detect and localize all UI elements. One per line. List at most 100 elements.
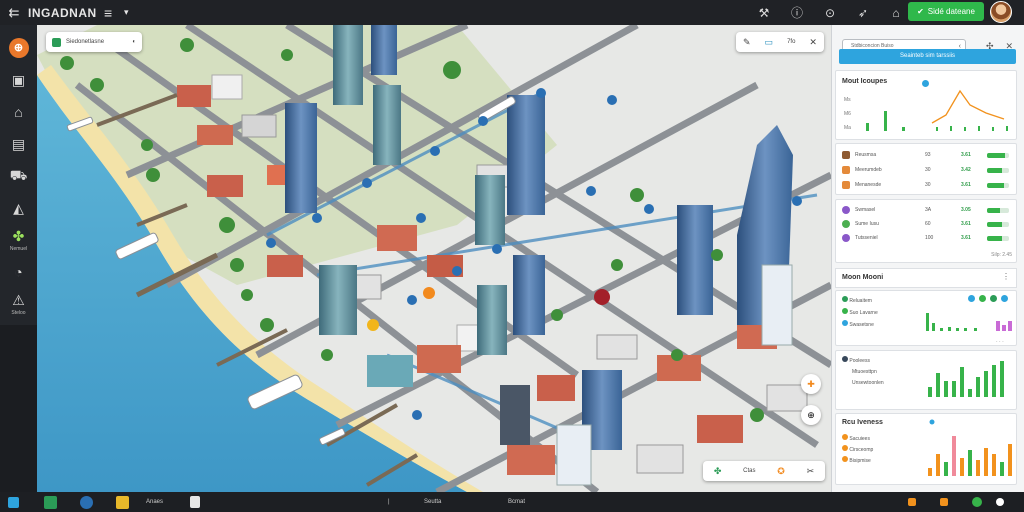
line-chart: Ms M6 Ma [844, 89, 1008, 131]
plant-icon[interactable]: ✤ [714, 466, 722, 477]
edit-icon[interactable]: ✎ [743, 37, 751, 48]
tray-icon[interactable] [996, 495, 1004, 509]
tray-icon[interactable] [908, 495, 916, 509]
chart-bar [1008, 444, 1012, 476]
brand-logo-icon[interactable]: ⊕ [0, 32, 37, 64]
zoom-button[interactable]: ⊕ [801, 405, 821, 425]
list-item[interactable]: Meerumdeb 30 3.42 [842, 165, 1012, 175]
list-item-value: 30 [925, 167, 931, 173]
building-icon[interactable]: ⌂ [0, 96, 37, 128]
list-item[interactable]: Swmasel 3A 3.05 [842, 205, 1012, 215]
chart-bar [976, 460, 980, 476]
image-icon[interactable]: ▣ [0, 64, 37, 96]
list-item-value: 93 [925, 152, 931, 158]
layers-icon[interactable]: ✂ [807, 466, 815, 477]
close-icon[interactable]: ✕ [809, 37, 817, 48]
clock-icon[interactable]: ◔ [0, 256, 37, 288]
more-icon[interactable]: ⋮ [1002, 272, 1010, 281]
chevron-down-icon[interactable]: ▾ [124, 7, 138, 18]
chart-bar [884, 111, 887, 131]
list-item-pct: 3.05 [961, 207, 971, 213]
taskbar-item[interactable]: Anaes [146, 495, 163, 509]
list-item[interactable]: Tutsseniel 100 3.61 [842, 233, 1012, 243]
list-item-pct: 3.61 [961, 182, 971, 188]
info-icon[interactable]: ⓘ [785, 4, 809, 21]
list-item[interactable]: Menanesde 30 3.61 [842, 180, 1012, 190]
toolbar-icons: ⚒ ⓘ ⊙ ➶ ⌂ [752, 0, 917, 25]
category-icon [842, 151, 850, 159]
apply-button[interactable]: Seainteb sim tarssiis [839, 49, 1016, 64]
map-card-icon[interactable]: ▤ [0, 128, 37, 160]
start-icon[interactable] [8, 495, 19, 509]
y-label: Ms [844, 97, 851, 103]
truck-icon[interactable]: ⛟ [0, 160, 37, 192]
sidebar-item-warning[interactable]: ⚠ Steloo [0, 288, 37, 320]
city-map[interactable]: Siedonetlasne ◐ ✎ ▭ 7fo ✕ ✚ ⊕ ✤ Ctas ✪ ✂ [37, 25, 831, 492]
chart-bar [932, 323, 935, 331]
chart-bar [926, 313, 929, 331]
bar-chart-2 [928, 361, 1004, 397]
hamburger-icon[interactable]: ≡ [104, 5, 124, 21]
chart-bar [992, 365, 996, 397]
list-item-pct: 3.61 [961, 221, 971, 227]
section-title: Moon Mooni ⋮ [835, 268, 1017, 288]
taskbar-item-label: Bcmat [508, 499, 526, 505]
taskbar-divider: | [388, 499, 390, 505]
y-label: Ma [844, 125, 851, 131]
collapse-icon[interactable]: ⇇ [0, 5, 28, 21]
sidebar-item-plant[interactable]: ✤ Nemuel [0, 224, 37, 256]
chart-bar [944, 381, 948, 397]
app-icon-green[interactable] [44, 495, 57, 509]
list-item-bar [987, 235, 1009, 241]
list-item-label: Menanesde [855, 182, 882, 188]
top-bar: ⇇ INGADNAN ≡ ▾ ⚒ ⓘ ⊙ ➶ ⌂ ✔ Sidé dateane [0, 0, 1024, 25]
search-placeholder: Stdbiconcion Buiso [851, 42, 894, 49]
chart-bar [902, 127, 905, 131]
map-bottom-toolbar: ✤ Ctas ✪ ✂ [703, 461, 825, 481]
map-toolbar-text: 7fo [787, 39, 796, 45]
action-button[interactable]: ✔ Sidé dateane [908, 2, 984, 21]
tray-icon[interactable] [940, 495, 948, 509]
bar-chart-3 [928, 419, 1012, 476]
app-title: INGADNAN [28, 5, 97, 20]
home-icon[interactable]: ⌂ [884, 6, 908, 20]
document-icon[interactable] [190, 495, 200, 509]
alert-icon[interactable]: ⊙ [818, 6, 842, 20]
list-item[interactable]: Reusmsa 93 3.61 [842, 150, 1012, 160]
share-icon[interactable]: ➶ [851, 6, 875, 20]
category-icon [842, 166, 850, 174]
compass-icon[interactable]: ✪ [777, 466, 785, 477]
layers-icon[interactable]: ▭ [765, 37, 774, 48]
chart-bar [984, 371, 988, 397]
target-icon[interactable]: ◐ [132, 39, 136, 45]
taskbar-item[interactable]: Seutta [424, 495, 441, 509]
taskbar-item[interactable]: Bcmat [508, 495, 525, 509]
list-item-pct: 3.61 [961, 152, 971, 158]
list-item-bar [987, 152, 1009, 158]
left-sidebar: ⊕ ▣ ⌂ ▤ ⛟ ◭ ✤ Nemuel ◔ ⚠ Steloo [0, 25, 37, 325]
chart-bar [992, 454, 996, 476]
map-canvas [37, 25, 831, 492]
list-item-label: Meerumdeb [855, 167, 882, 173]
chart-bar [956, 328, 959, 331]
tools-icon[interactable]: ⚒ [752, 6, 776, 20]
chart-bar [928, 387, 932, 397]
chart-bar [976, 377, 980, 397]
avatar[interactable] [990, 1, 1012, 23]
chart-bar [964, 328, 967, 331]
list-item-value: 60 [925, 221, 931, 227]
y-label: M6 [844, 111, 851, 117]
orange-marker-button[interactable]: ✚ [801, 374, 821, 394]
tray-icon[interactable] [972, 495, 982, 509]
sidebar-item-label: Steloo [11, 310, 26, 316]
folder-icon[interactable] [116, 495, 129, 509]
category-icon [842, 220, 850, 228]
browser-icon[interactable] [80, 495, 93, 509]
legend-dot [929, 419, 935, 425]
list-card-1: Reusmsa 93 3.61 Meerumdeb 30 3.42 Menane… [835, 143, 1017, 195]
category-icon [842, 206, 850, 214]
list-item-bar [987, 221, 1009, 227]
location-chip[interactable]: Siedonetlasne ◐ [46, 32, 142, 52]
list-item[interactable]: Sume Iusu 60 3.61 [842, 219, 1012, 229]
mountain-icon[interactable]: ◭ [0, 192, 37, 224]
